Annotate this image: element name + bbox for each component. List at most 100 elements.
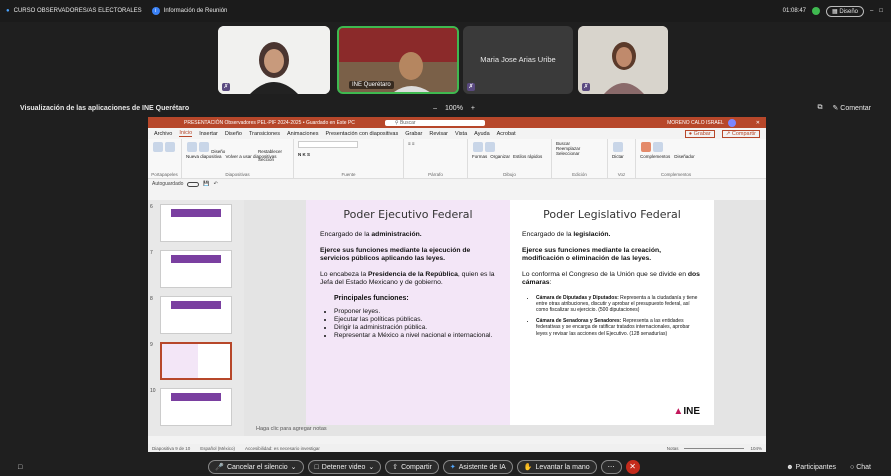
reset-button[interactable]: Restablecer [258, 149, 282, 154]
status-notes-button[interactable]: Notas [667, 446, 679, 451]
menu-animaciones[interactable]: Animaciones [287, 131, 319, 137]
arrange-button[interactable]: Organizar [490, 154, 510, 159]
notes-placeholder[interactable]: Haga clic para agregar notas [250, 426, 766, 436]
raise-hand-button[interactable]: ✋ Levantar la mano [516, 460, 597, 474]
meeting-controls-bar: □ 🎤 Cancelar el silencio ⌄ □ Detener video… [0, 458, 891, 476]
menu-transiciones[interactable]: Transiciones [249, 131, 280, 137]
more-options-button[interactable]: ⋯ [600, 460, 622, 474]
align-icon[interactable]: ≡ [412, 141, 415, 146]
new-slide-icon[interactable] [187, 142, 197, 152]
ppt-window-title: PRESENTACIÓN Observadores PEL-PIF 2024-2… [184, 119, 355, 126]
arrange-icon[interactable] [485, 142, 495, 152]
executive-column: Poder Ejecutivo Federal Encargado de la … [306, 200, 510, 425]
chat-button[interactable]: ○ Chat [850, 464, 871, 471]
video-tile-participant-1[interactable]: ✗ [218, 26, 330, 94]
zoom-slider[interactable] [684, 447, 745, 449]
participants-button[interactable]: ☻ Participantes [786, 464, 836, 471]
ribbon-group-editing: Buscar Reemplazar Seleccionar Edición [552, 139, 608, 178]
muted-mic-icon: ✗ [582, 83, 590, 91]
powerpoint-window: PRESENTACIÓN Observadores PEL-PIF 2024-2… [148, 117, 766, 452]
quick-access-bar: Autoguardado 💾 ↶ [148, 179, 766, 189]
slide-thumbnail-9[interactable] [160, 342, 232, 380]
undo-icon[interactable]: ↶ [214, 181, 218, 187]
minimize-icon[interactable]: – [870, 8, 873, 14]
menu-archivo[interactable]: Archivo [154, 131, 172, 137]
device-icon[interactable]: □ [18, 464, 22, 471]
slide[interactable]: Poder Ejecutivo Federal Encargado de la … [306, 200, 714, 425]
video-tile-participant-3[interactable]: Maria Jose Arias Uribe ✗ [463, 26, 573, 94]
ppt-search-box[interactable]: ⚲ Buscar [384, 119, 485, 126]
list-item: Cámara de Diputadas y Diputados: Represe… [536, 295, 702, 314]
info-icon[interactable]: i [151, 7, 160, 15]
new-slide-button[interactable]: Nueva diapositiva [186, 154, 222, 159]
shapes-icon[interactable] [473, 142, 483, 152]
section-button[interactable]: Sección [258, 157, 274, 162]
close-window-icon[interactable]: ✕ [756, 120, 760, 126]
paste-icon[interactable] [153, 142, 163, 152]
addins-icon[interactable] [641, 142, 651, 152]
security-shield-icon[interactable] [812, 7, 820, 15]
thumb-number: 10 [150, 388, 156, 394]
reuse-slides-icon[interactable] [199, 142, 209, 152]
designer-icon[interactable] [653, 142, 663, 152]
share-screen-button[interactable]: ⇧ Compartir [385, 460, 439, 474]
status-language[interactable]: Español (México) [200, 446, 235, 451]
legislative-title: Poder Legislativo Federal [543, 208, 681, 221]
slide-thumbnail-7[interactable] [160, 250, 232, 288]
more-dots-icon: ⋯ [607, 464, 615, 471]
save-icon[interactable]: 💾 [203, 181, 209, 187]
executive-functions-list: Proponer leyes. Ejecutar las políticas p… [320, 308, 496, 340]
record-button[interactable]: ● Grabar [684, 129, 715, 138]
meeting-title: CURSO OBSERVADORES/AS ELECTORALES [13, 8, 142, 14]
unmute-button[interactable]: 🎤 Cancelar el silencio ⌄ [208, 460, 304, 474]
layout-button[interactable]: ▦ Diseño [826, 5, 865, 17]
slide-thumbnail-6[interactable] [160, 204, 232, 242]
slide-thumbnail-8[interactable] [160, 296, 232, 334]
video-camera-icon: □ [314, 463, 319, 471]
legislative-column: Poder Legislativo Federal Encargado de l… [510, 200, 714, 425]
leave-meeting-button[interactable]: ✕ [625, 460, 640, 474]
microphone-icon[interactable] [613, 142, 623, 152]
autosave-toggle[interactable] [187, 181, 200, 187]
slide-thumbnails-panel[interactable]: 6 7 8 9 10 [148, 200, 244, 436]
share-ppt-button[interactable]: ↗ Compartir [721, 129, 760, 138]
menu-acrobat[interactable]: Acrobat [497, 131, 516, 137]
close-icon: ✕ [629, 462, 636, 471]
maximize-icon[interactable]: □ [879, 8, 883, 14]
pop-out-icon[interactable]: ⧉ [817, 104, 822, 112]
stop-video-button[interactable]: □ Detener video ⌄ [307, 460, 382, 474]
menu-ayuda[interactable]: Ayuda [474, 131, 490, 137]
ai-assistant-button[interactable]: ✦ Asistente de IA [442, 460, 513, 474]
video-tile-participant-2[interactable]: INE Querétaro [337, 26, 459, 94]
zoom-out-button[interactable]: – [433, 105, 437, 112]
cut-icon[interactable] [165, 142, 175, 152]
menu-insertar[interactable]: Insertar [199, 131, 218, 137]
user-avatar[interactable] [727, 118, 736, 127]
addins-button[interactable]: Complementos [640, 154, 670, 159]
video-tile-participant-4[interactable]: ✗ [578, 26, 668, 94]
menu-revisar[interactable]: Revisar [429, 131, 448, 137]
menu-diseno[interactable]: Diseño [225, 131, 242, 137]
menu-inicio[interactable]: Inicio [179, 130, 193, 137]
menu-grabar[interactable]: Grabar [405, 131, 422, 137]
menu-vista[interactable]: Vista [455, 131, 467, 137]
quick-styles-button[interactable]: Estilos rápidos [513, 154, 542, 159]
slide-canvas-area[interactable]: Poder Ejecutivo Federal Encargado de la … [244, 200, 766, 436]
meeting-info-link[interactable]: Información de Reunión [164, 8, 228, 14]
executive-p3: Lo encabeza la Presidencia de la Repúbli… [320, 270, 495, 287]
status-accessibility[interactable]: Accesibilidad: es necesario investigar [245, 446, 320, 451]
legislative-p3: Lo conforma el Congreso de la Unión que … [522, 270, 700, 287]
comment-button[interactable]: ✎ Comentar [832, 104, 871, 112]
menu-presentacion[interactable]: Presentación con diapositivas [325, 131, 398, 137]
dictate-button[interactable]: Dictar [612, 154, 631, 159]
legislative-p2: Ejerce sus funciones mediante la creació… [522, 246, 662, 263]
zoom-in-button[interactable]: + [471, 105, 475, 112]
shapes-button[interactable]: Formas [472, 154, 487, 159]
select-button[interactable]: Seleccionar [556, 151, 603, 156]
bullets-icon[interactable]: ≡ [408, 141, 411, 146]
ribbon-group-addins: Complementos Diseñador Complementos [636, 139, 716, 178]
font-selector[interactable] [298, 141, 358, 148]
list-item: Representar a México a nivel nacional e … [334, 332, 496, 340]
slide-thumbnail-10[interactable] [160, 388, 232, 426]
designer-button[interactable]: Diseñador [674, 154, 695, 159]
